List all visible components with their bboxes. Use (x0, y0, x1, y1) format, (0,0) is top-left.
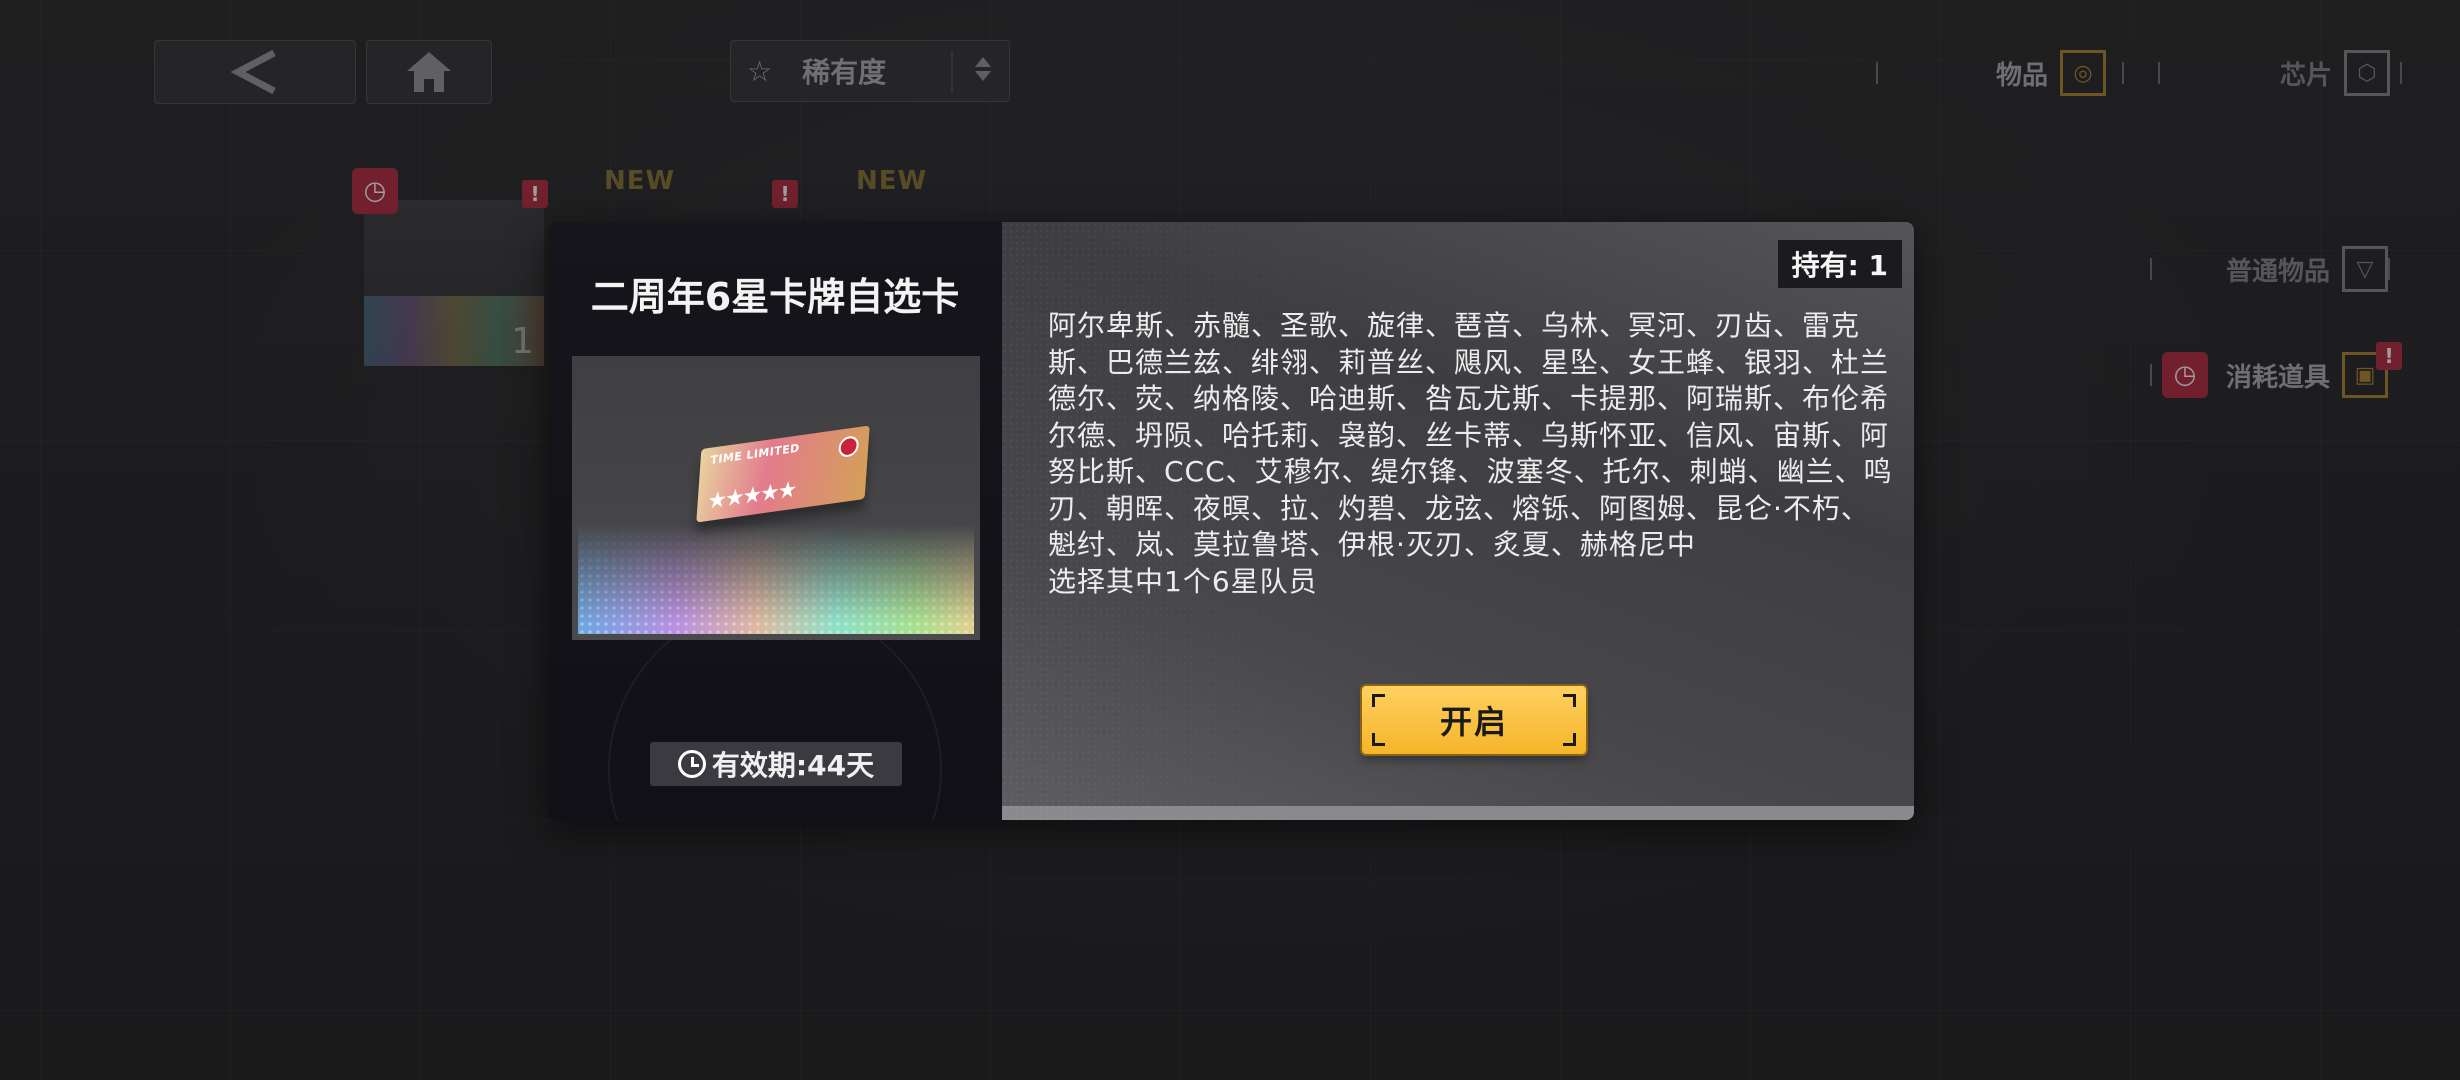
description-text: 阿尔卑斯、赤髓、圣歌、旋律、琶音、乌林、冥河、刃齿、雷克斯、巴德兰兹、绯翎、莉普… (1048, 309, 1893, 561)
dialog-left-panel: 二周年6星卡牌自选卡 TIME LIMITED ★★★★★ 有效期:44天 (548, 222, 1002, 820)
item-description: 阿尔卑斯、赤髓、圣歌、旋律、琶音、乌林、冥河、刃齿、雷克斯、巴德兰兹、绯翎、莉普… (1048, 308, 1894, 600)
description-text-line2: 选择其中1个6星队员 (1048, 564, 1318, 598)
item-image: TIME LIMITED ★★★★★ (572, 356, 980, 640)
owned-count: 持有: 1 (1777, 240, 1902, 288)
clock-icon (677, 750, 706, 778)
item-detail-dialog: 二周年6星卡牌自选卡 TIME LIMITED ★★★★★ 有效期:44天 持有… (548, 222, 1914, 820)
open-button-label: 开启 (1439, 703, 1508, 741)
ticket-stars: ★★★★★ (706, 477, 797, 516)
validity-text: 有效期:44天 (711, 749, 875, 782)
open-button[interactable]: 开启 (1362, 686, 1586, 754)
panel-bottom-strip (1002, 806, 1914, 820)
ticket-text: TIME LIMITED (709, 441, 801, 468)
ticket-logo-icon (838, 435, 860, 459)
item-title: 二周年6星卡牌自选卡 (590, 275, 960, 319)
validity-badge: 有效期:44天 (650, 742, 902, 786)
item-holo-backdrop (578, 524, 974, 634)
ticket-image: TIME LIMITED ★★★★★ (696, 425, 870, 523)
dialog-right-panel: 持有: 1 阿尔卑斯、赤髓、圣歌、旋律、琶音、乌林、冥河、刃齿、雷克斯、巴德兰兹… (1002, 222, 1914, 820)
